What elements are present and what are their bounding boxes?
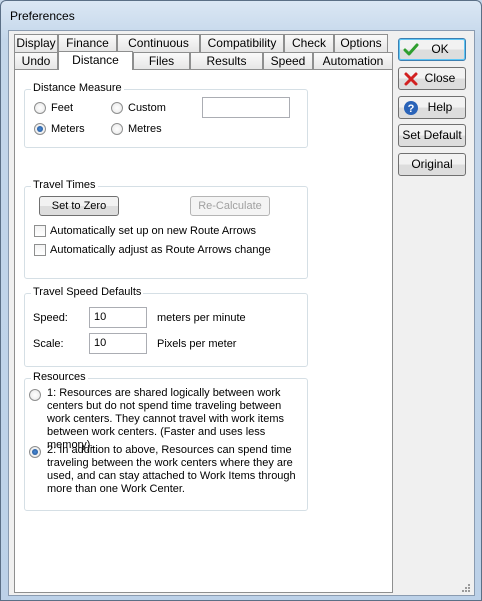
distance-measure-title: Distance Measure [31,82,124,94]
custom-radio[interactable] [111,102,123,114]
dialog-client: Display Finance Continuous Compatibility… [8,30,475,596]
scale-input[interactable]: 10 [89,333,147,354]
metres-radio[interactable] [111,123,123,135]
tab-strip: Display Finance Continuous Compatibility… [14,34,393,70]
preferences-window: Preferences Display Finance Continuous C… [0,0,482,601]
ok-label: OK [431,42,449,56]
help-icon: ? [404,101,418,115]
svg-text:?: ? [408,103,415,115]
distance-measure-group: Distance Measure Feet Custom Meters Metr… [24,82,308,148]
ok-button[interactable]: OK [398,38,466,61]
tab-files[interactable]: Files [133,52,190,70]
resources-option1-radio[interactable] [29,389,41,401]
custom-label: Custom [128,102,166,114]
distance-tab-panel: Distance Measure Feet Custom Meters Metr… [14,69,393,593]
resources-option1-text: 1: Resources are shared logically betwee… [47,387,284,451]
auto-setup-checkbox[interactable] [34,225,46,237]
speed-unit-label: meters per minute [157,312,246,324]
feet-label: Feet [51,102,74,114]
original-button[interactable]: Original [398,153,466,176]
help-label: Help [427,100,453,114]
resources-title: Resources [31,371,88,383]
resources-option2-radio[interactable] [29,446,41,458]
close-button[interactable]: Close [398,67,466,90]
tab-undo[interactable]: Undo [14,52,58,70]
meters-radio[interactable] [34,123,46,135]
speed-label: Speed: [33,312,68,324]
tab-options[interactable]: Options [334,34,388,52]
recalculate-button[interactable]: Re-Calculate [190,196,270,216]
scale-unit-label: Pixels per meter [157,338,237,350]
close-label: Close [424,71,456,85]
tab-speed[interactable]: Speed [263,52,313,70]
tab-results[interactable]: Results [190,52,263,70]
tab-automation[interactable]: Automation [313,52,393,70]
tab-display[interactable]: Display [14,34,58,52]
speed-input[interactable]: 10 [89,307,147,328]
auto-adjust-label: Automatically adjust as Route Arrows cha… [50,244,271,256]
set-to-zero-button[interactable]: Set to Zero [39,196,119,216]
feet-radio[interactable] [34,102,46,114]
tab-finance[interactable]: Finance [58,34,117,52]
tab-compatibility[interactable]: Compatibility [200,34,284,52]
help-button[interactable]: ? Help [398,96,466,119]
tab-distance[interactable]: Distance [58,51,133,70]
resources-option2-text: 2: In addition to above, Resources can s… [47,444,296,495]
tab-check[interactable]: Check [284,34,334,52]
auto-adjust-checkbox[interactable] [34,244,46,256]
resize-grip-icon[interactable] [461,583,471,593]
travel-speed-group: Travel Speed Defaults Speed: 10 meters p… [24,286,308,367]
resources-group: Resources 1: Resources are shared logica… [24,371,308,511]
auto-setup-label: Automatically set up on new Route Arrows [50,225,257,237]
travel-times-group: Travel Times Set to Zero Re-Calculate Au… [24,179,308,279]
set-default-button[interactable]: Set Default [398,124,466,147]
window-title: Preferences [10,9,75,23]
travel-times-title: Travel Times [31,179,98,191]
meters-label: Meters [51,123,85,135]
close-x-icon [404,72,418,86]
checkmark-icon [403,43,419,56]
tab-continuous[interactable]: Continuous [117,34,200,52]
travel-speed-title: Travel Speed Defaults [31,286,144,298]
custom-unit-input[interactable] [202,97,290,118]
metres-label: Metres [128,123,162,135]
scale-label: Scale: [33,338,64,350]
